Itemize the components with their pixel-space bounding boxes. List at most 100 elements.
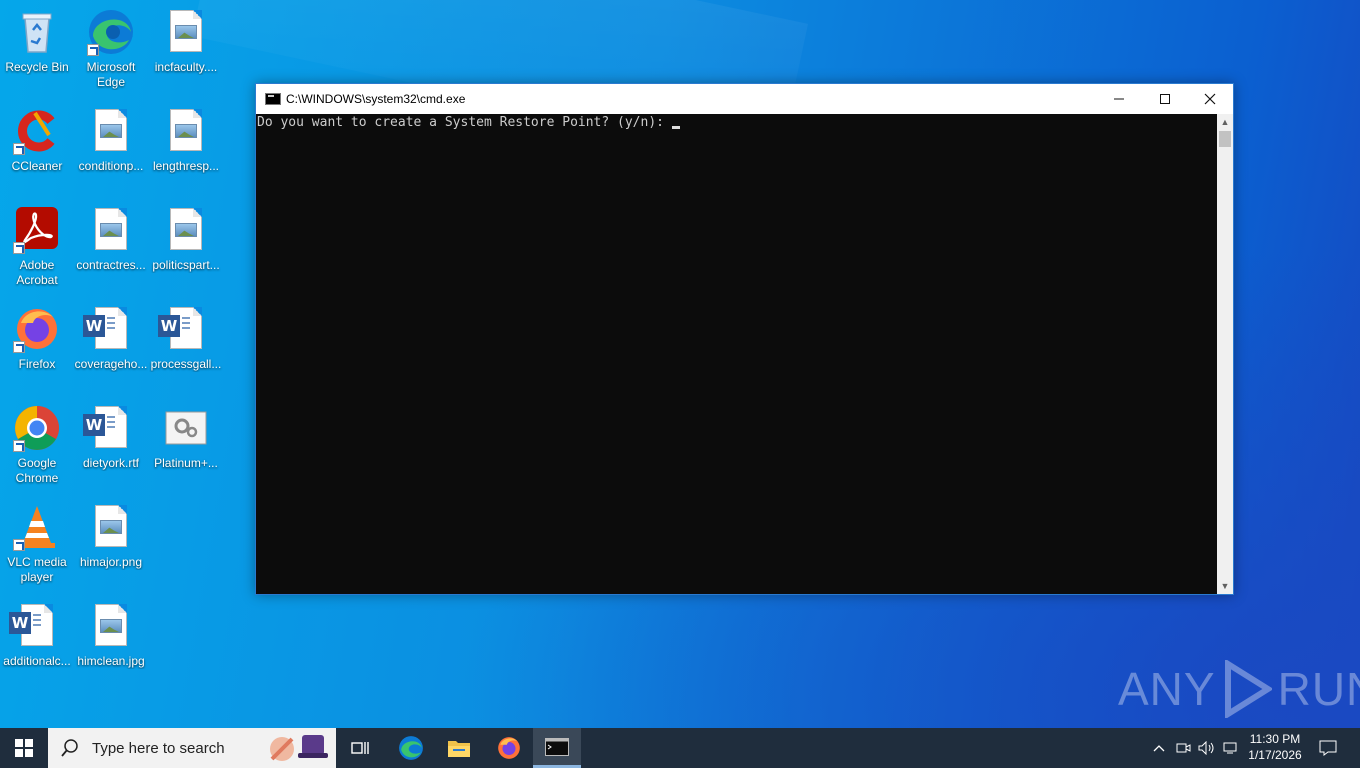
close-button[interactable] — [1187, 84, 1233, 114]
desktop-icon-ccleaner[interactable]: CCleaner — [0, 101, 74, 193]
desktop-icon-politicspart[interactable]: politicspart... — [149, 200, 223, 292]
image-file-icon — [162, 206, 210, 254]
chrome-icon — [13, 404, 61, 452]
cmd-window[interactable]: C:\WINDOWS\system32\cmd.exe Do you want … — [255, 83, 1234, 595]
speaker-icon — [1198, 741, 1214, 755]
notification-icon — [1319, 740, 1337, 756]
cmd-icon — [265, 93, 281, 105]
taskbar-firefox[interactable] — [485, 728, 533, 768]
taskbar-edge[interactable] — [387, 728, 435, 768]
search-icon — [61, 739, 78, 757]
shortcut-arrow-icon — [13, 440, 25, 452]
desktop-icon-label: CCleaner — [11, 159, 63, 173]
desktop-icon-label: himajor.png — [79, 555, 143, 569]
tray-volume-button[interactable] — [1196, 728, 1218, 768]
window-title: C:\WINDOWS\system32\cmd.exe — [286, 92, 466, 106]
shortcut-arrow-icon — [13, 341, 25, 353]
desktop-icon-recycle-bin[interactable]: Recycle Bin — [0, 2, 74, 94]
console-output[interactable]: Do you want to create a System Restore P… — [256, 114, 1217, 594]
desktop-icon-coverageho[interactable]: W coverageho... — [74, 299, 148, 391]
desktop-icon-label: dietyork.rtf — [82, 456, 139, 470]
maximize-icon — [1160, 94, 1170, 104]
desktop-icon-label: politicspart... — [152, 258, 220, 272]
notifications-button[interactable] — [1316, 728, 1340, 768]
cmd-icon — [545, 737, 569, 756]
edge-icon — [87, 8, 135, 56]
vertical-scrollbar[interactable]: ▲ ▼ — [1217, 114, 1233, 594]
desktop-icon-dietyork[interactable]: W dietyork.rtf — [74, 398, 148, 490]
task-view-icon — [351, 742, 369, 754]
desktop-icon-label: Microsoft Edge — [86, 60, 136, 89]
desktop-icon-label: Google Chrome — [15, 456, 59, 485]
shortcut-arrow-icon — [13, 143, 25, 155]
word-file-icon: W — [158, 305, 210, 353]
taskbar: Type here to search 11:30 PM 1/17/2026 — [0, 728, 1360, 768]
shortcut-arrow-icon — [13, 242, 25, 254]
tray-network-button[interactable] — [1220, 728, 1242, 768]
maximize-button[interactable] — [1142, 84, 1188, 114]
desktop-icon-label: lengthresp... — [152, 159, 220, 173]
desktop-icon-himajor[interactable]: himajor.png — [74, 497, 148, 589]
tray-meet-button[interactable] — [1172, 728, 1194, 768]
desktop-icon-label: himclean.jpg — [77, 654, 145, 668]
desktop-icon-contractres[interactable]: contractres... — [74, 200, 148, 292]
close-icon — [1204, 93, 1216, 105]
clock-date: 1/17/2026 — [1248, 748, 1302, 762]
scroll-down-arrow-icon[interactable]: ▼ — [1217, 578, 1233, 594]
desktop-icon-additionalc[interactable]: W additionalc... — [0, 596, 74, 688]
word-file-icon: W — [83, 305, 135, 353]
word-file-icon: W — [9, 602, 61, 650]
desktop-icon-microsoft-edge[interactable]: Microsoft Edge — [74, 2, 148, 94]
search-highlight-icon — [270, 735, 328, 761]
desktop-icon-platinum[interactable]: Platinum+... — [149, 398, 223, 490]
chevron-up-icon — [1153, 745, 1165, 752]
console-prompt: Do you want to create a System Restore P… — [257, 115, 672, 130]
vlc-icon — [13, 503, 61, 551]
show-hidden-icons-button[interactable] — [1148, 728, 1170, 768]
task-view-button[interactable] — [336, 728, 384, 768]
shortcut-arrow-icon — [87, 44, 99, 56]
image-file-icon — [162, 8, 210, 56]
scroll-thumb[interactable] — [1219, 131, 1231, 147]
desktop-icon-himclean[interactable]: himclean.jpg — [74, 596, 148, 688]
desktop-icon-incfaculty[interactable]: incfaculty.... — [149, 2, 223, 94]
desktop-icon-label: additionalc... — [3, 654, 71, 668]
play-logo-icon — [1224, 660, 1272, 718]
desktop-icon-firefox[interactable]: Firefox — [0, 299, 74, 391]
edge-icon — [399, 736, 423, 760]
desktop-icon-conditionp[interactable]: conditionp... — [74, 101, 148, 193]
minimize-button[interactable] — [1096, 84, 1142, 114]
desktop-icon-label: incfaculty.... — [154, 60, 218, 74]
taskbar-cmd[interactable] — [533, 728, 581, 768]
window-titlebar[interactable]: C:\WINDOWS\system32\cmd.exe — [256, 84, 1233, 114]
image-file-icon — [87, 602, 135, 650]
ccleaner-icon — [13, 107, 61, 155]
desktop-icon-label: contractres... — [76, 258, 146, 272]
desktop-icon-processgall[interactable]: W processgall... — [149, 299, 223, 391]
desktop-icon-lengthresp[interactable]: lengthresp... — [149, 101, 223, 193]
desktop-icon-label: coverageho... — [74, 357, 148, 371]
acrobat-icon — [13, 206, 61, 254]
taskbar-clock[interactable]: 11:30 PM 1/17/2026 — [1244, 731, 1306, 763]
watermark-left-text: ANY — [1118, 663, 1216, 715]
start-button[interactable] — [0, 728, 48, 768]
taskbar-file-explorer[interactable] — [435, 728, 483, 768]
image-file-icon — [87, 503, 135, 551]
anyrun-watermark: ANY RUN — [1118, 658, 1360, 720]
camera-icon — [1176, 743, 1191, 753]
search-placeholder: Type here to search — [92, 739, 225, 757]
firefox-icon — [498, 737, 520, 759]
desktop-icon-label: conditionp... — [78, 159, 144, 173]
desktop-icon-vlc[interactable]: VLC media player — [0, 497, 74, 589]
desktop-icon-label: VLC media player — [7, 555, 67, 584]
minimize-icon — [1114, 98, 1124, 100]
recycle-bin-icon — [13, 8, 61, 56]
desktop-icon-adobe-acrobat[interactable]: Adobe Acrobat — [0, 200, 74, 292]
scroll-up-arrow-icon[interactable]: ▲ — [1217, 114, 1233, 130]
shortcut-arrow-icon — [13, 539, 25, 551]
taskbar-search[interactable]: Type here to search — [48, 728, 336, 768]
desktop-icon-google-chrome[interactable]: Google Chrome — [0, 398, 74, 490]
folder-icon — [448, 741, 470, 757]
clock-time: 11:30 PM — [1249, 732, 1301, 746]
watermark-right-text: RUN — [1277, 663, 1360, 715]
